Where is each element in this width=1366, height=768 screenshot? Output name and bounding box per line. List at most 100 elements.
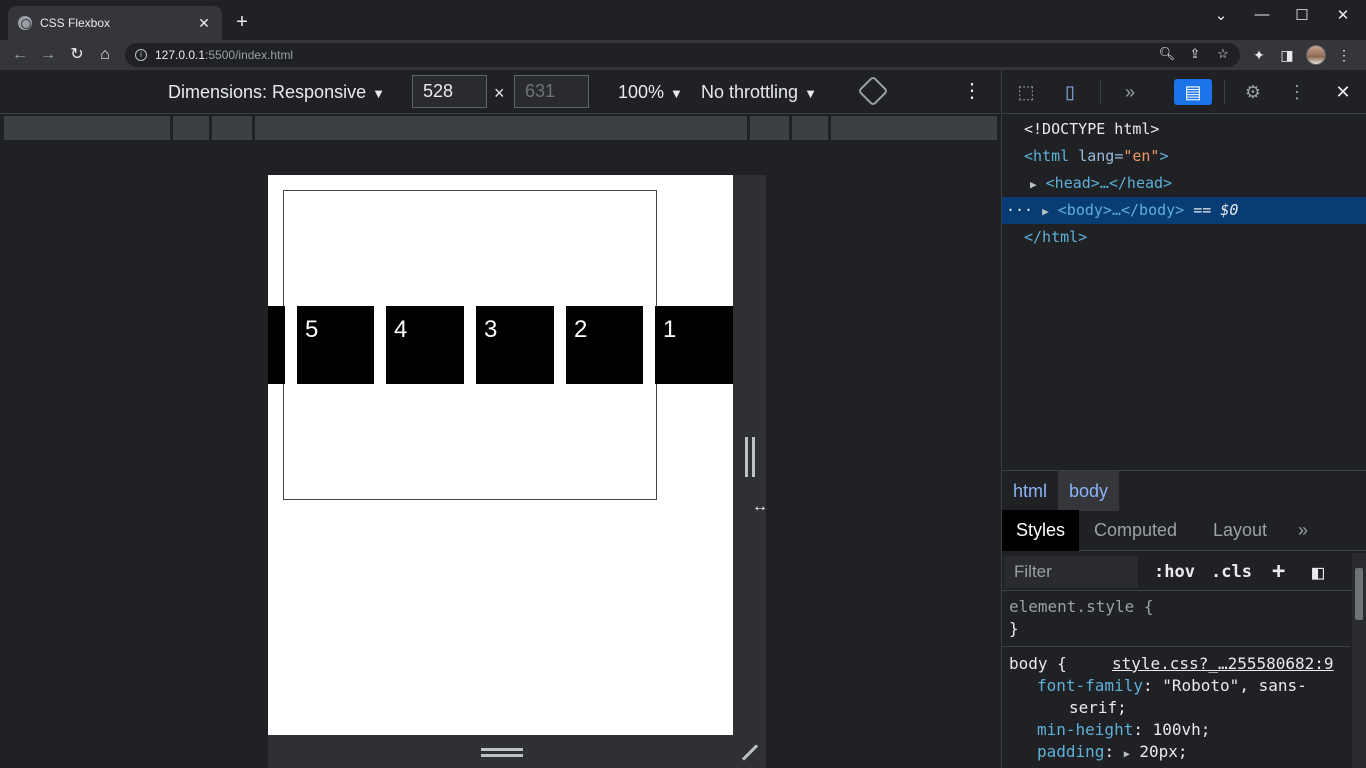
body-rule-header[interactable]: body { style.css?_…255580682:9 (1002, 653, 1350, 675)
flex-item: 4 (386, 306, 464, 384)
tab-styles[interactable]: Styles (1002, 510, 1080, 551)
ellipsis-icon[interactable]: ··· (1006, 201, 1033, 219)
styles-filter-row: Filter :hov .cls + ◧ (1002, 553, 1366, 591)
styles-tabbar: Styles Computed Layout » (1002, 510, 1366, 551)
flex-gap (464, 306, 476, 384)
caret-down-icon: ▼ (804, 86, 817, 101)
tab-computed[interactable]: Computed (1080, 510, 1191, 551)
source-link[interactable]: style.css?_…255580682:9 (1112, 653, 1334, 675)
dom-node-doctype[interactable]: <!DOCTYPE html> (1002, 116, 1366, 143)
hov-button[interactable]: :hov (1154, 558, 1195, 586)
flex-gap (643, 306, 655, 384)
declaration-font-family-cont: serif; (1069, 698, 1127, 717)
devtools-close-icon[interactable]: ✕ (1329, 79, 1357, 105)
horizontal-grip-icon[interactable] (481, 748, 523, 757)
forward-button[interactable]: → (37, 44, 59, 66)
side-panel-icon[interactable]: ◨ (1276, 44, 1298, 66)
breadcrumb: html body (1002, 470, 1366, 511)
expand-triangle-icon[interactable]: ▶ (1042, 205, 1049, 218)
declaration-padding[interactable]: padding: ▶ 20px; (1002, 741, 1350, 763)
url-host: 127.0.0.1 (155, 48, 206, 62)
tab-css-flexbox[interactable]: CSS Flexbox ✕ (8, 6, 222, 40)
more-panels-icon[interactable]: » (1116, 79, 1144, 105)
media-query-bar[interactable] (831, 116, 997, 140)
tab-strip: CSS Flexbox ✕ + ⌄ — ☐ ✕ (0, 0, 1366, 40)
element-style-close: } (1009, 619, 1019, 638)
media-query-bar[interactable] (212, 116, 252, 140)
scrollbar-thumb[interactable] (1355, 568, 1363, 620)
throttling-dropdown[interactable]: No throttling ▼ (701, 82, 817, 103)
caret-down-icon: ▼ (372, 86, 385, 101)
toggle-sidebar-icon[interactable]: ◧ (1312, 558, 1324, 586)
new-tab-button[interactable]: + (232, 11, 252, 33)
expand-triangle-icon[interactable]: ▶ (1030, 178, 1037, 191)
throttling-label: No throttling (701, 82, 799, 102)
settings-icon[interactable]: ⚙ (1239, 79, 1267, 105)
height-input[interactable] (514, 75, 589, 108)
media-query-bar[interactable] (173, 116, 209, 140)
vertical-grip-icon[interactable] (745, 437, 755, 477)
declaration-font-family[interactable]: font-family: "Roboto", sans- (1002, 675, 1350, 697)
browser-toolbar: ← → ↻ ⌂ i 127.0.0.1 :5500/index.html 🔍︎ … (0, 40, 1366, 70)
devtools-menu-icon[interactable]: ⋮ (1283, 79, 1311, 105)
maximize-button[interactable]: ☐ (1290, 6, 1314, 24)
flex-item: 1 (655, 306, 733, 384)
flex-gap (285, 306, 297, 384)
home-button[interactable]: ⌂ (94, 44, 116, 66)
extensions-icon[interactable]: ✦ (1248, 44, 1270, 66)
flex-container: 5 4 3 2 1 (268, 306, 733, 384)
page-preview[interactable]: 5 4 3 2 1 (268, 175, 733, 735)
flex-item: 2 (566, 306, 644, 384)
device-more-icon[interactable]: ⋮ (962, 80, 982, 102)
star-icon[interactable]: ☆ (1214, 46, 1232, 62)
media-query-bar[interactable] (750, 116, 789, 140)
tab-close-icon[interactable]: ✕ (196, 15, 212, 32)
window-close-button[interactable]: ✕ (1331, 6, 1355, 24)
issues-icon[interactable]: ▤ (1174, 79, 1212, 105)
tab-search-dropdown-icon[interactable]: ⌄ (1209, 6, 1233, 24)
dimensions-dropdown[interactable]: Dimensions: Responsive ▼ (168, 82, 385, 103)
flex-item: 5 (297, 306, 375, 384)
url-path: :5500/index.html (205, 48, 294, 62)
media-query-bar[interactable] (4, 116, 170, 140)
breadcrumb-body[interactable]: body (1058, 470, 1120, 511)
dom-node-body[interactable]: ··· ▶ <body>…</body> == $0 (1002, 197, 1366, 224)
element-style-rule[interactable]: element.style { (1002, 596, 1350, 618)
reload-button[interactable]: ↻ (66, 44, 88, 66)
zoom-dropdown[interactable]: 100% ▼ (618, 82, 683, 103)
declaration-min-height[interactable]: min-height: 100vh; (1002, 719, 1350, 741)
site-info-icon[interactable]: i (135, 49, 147, 61)
more-tabs-icon[interactable]: » (1284, 510, 1322, 551)
dom-node-head[interactable]: ▶ <head>…</head> (1002, 170, 1366, 197)
tab-layout[interactable]: Layout (1199, 510, 1281, 551)
devtools-panel: ⬚ ▯ » ▤ ⚙ ⋮ ✕ <!DOCTYPE html> <html lang… (1001, 70, 1366, 768)
dom-node-html[interactable]: <html lang="en"> (1002, 143, 1366, 170)
styles-rules: element.style { } body { style.css?_…255… (1002, 593, 1350, 763)
zoom-icon[interactable]: 🔍︎ (1158, 46, 1176, 62)
dom-node-html-close[interactable]: </html> (1002, 224, 1366, 251)
device-toggle-icon[interactable]: ▯ (1056, 79, 1084, 105)
browser-menu-icon[interactable]: ⋮ (1333, 44, 1355, 66)
breadcrumb-html[interactable]: html (1002, 471, 1058, 511)
tab-title: CSS Flexbox (40, 16, 111, 30)
address-bar[interactable]: i 127.0.0.1 :5500/index.html 🔍︎ ⇪ ☆ (125, 43, 1240, 67)
add-rule-icon[interactable]: + (1272, 558, 1285, 586)
device-toolbar: Dimensions: Responsive ▼ × 100% ▼ No throt… (0, 70, 1000, 114)
resize-cursor-icon: ↔ (752, 498, 768, 515)
cls-button[interactable]: .cls (1211, 558, 1252, 586)
back-button[interactable]: ← (9, 44, 31, 66)
expand-triangle-icon[interactable]: ▶ (1124, 749, 1130, 760)
media-query-bar[interactable] (255, 116, 747, 140)
caret-down-icon: ▼ (670, 86, 683, 101)
styles-scrollbar[interactable] (1352, 553, 1366, 768)
width-input[interactable] (412, 75, 487, 108)
inspect-element-icon[interactable]: ⬚ (1012, 79, 1040, 105)
media-query-bar[interactable] (792, 116, 828, 140)
flex-item: 3 (476, 306, 554, 384)
styles-filter-input[interactable]: Filter (1004, 556, 1138, 588)
times-sign: × (494, 83, 505, 103)
profile-avatar[interactable] (1306, 45, 1326, 65)
share-icon[interactable]: ⇪ (1186, 46, 1204, 62)
dom-tree: <!DOCTYPE html> <html lang="en"> ▶ <head… (1002, 116, 1366, 251)
minimize-button[interactable]: — (1250, 6, 1274, 23)
